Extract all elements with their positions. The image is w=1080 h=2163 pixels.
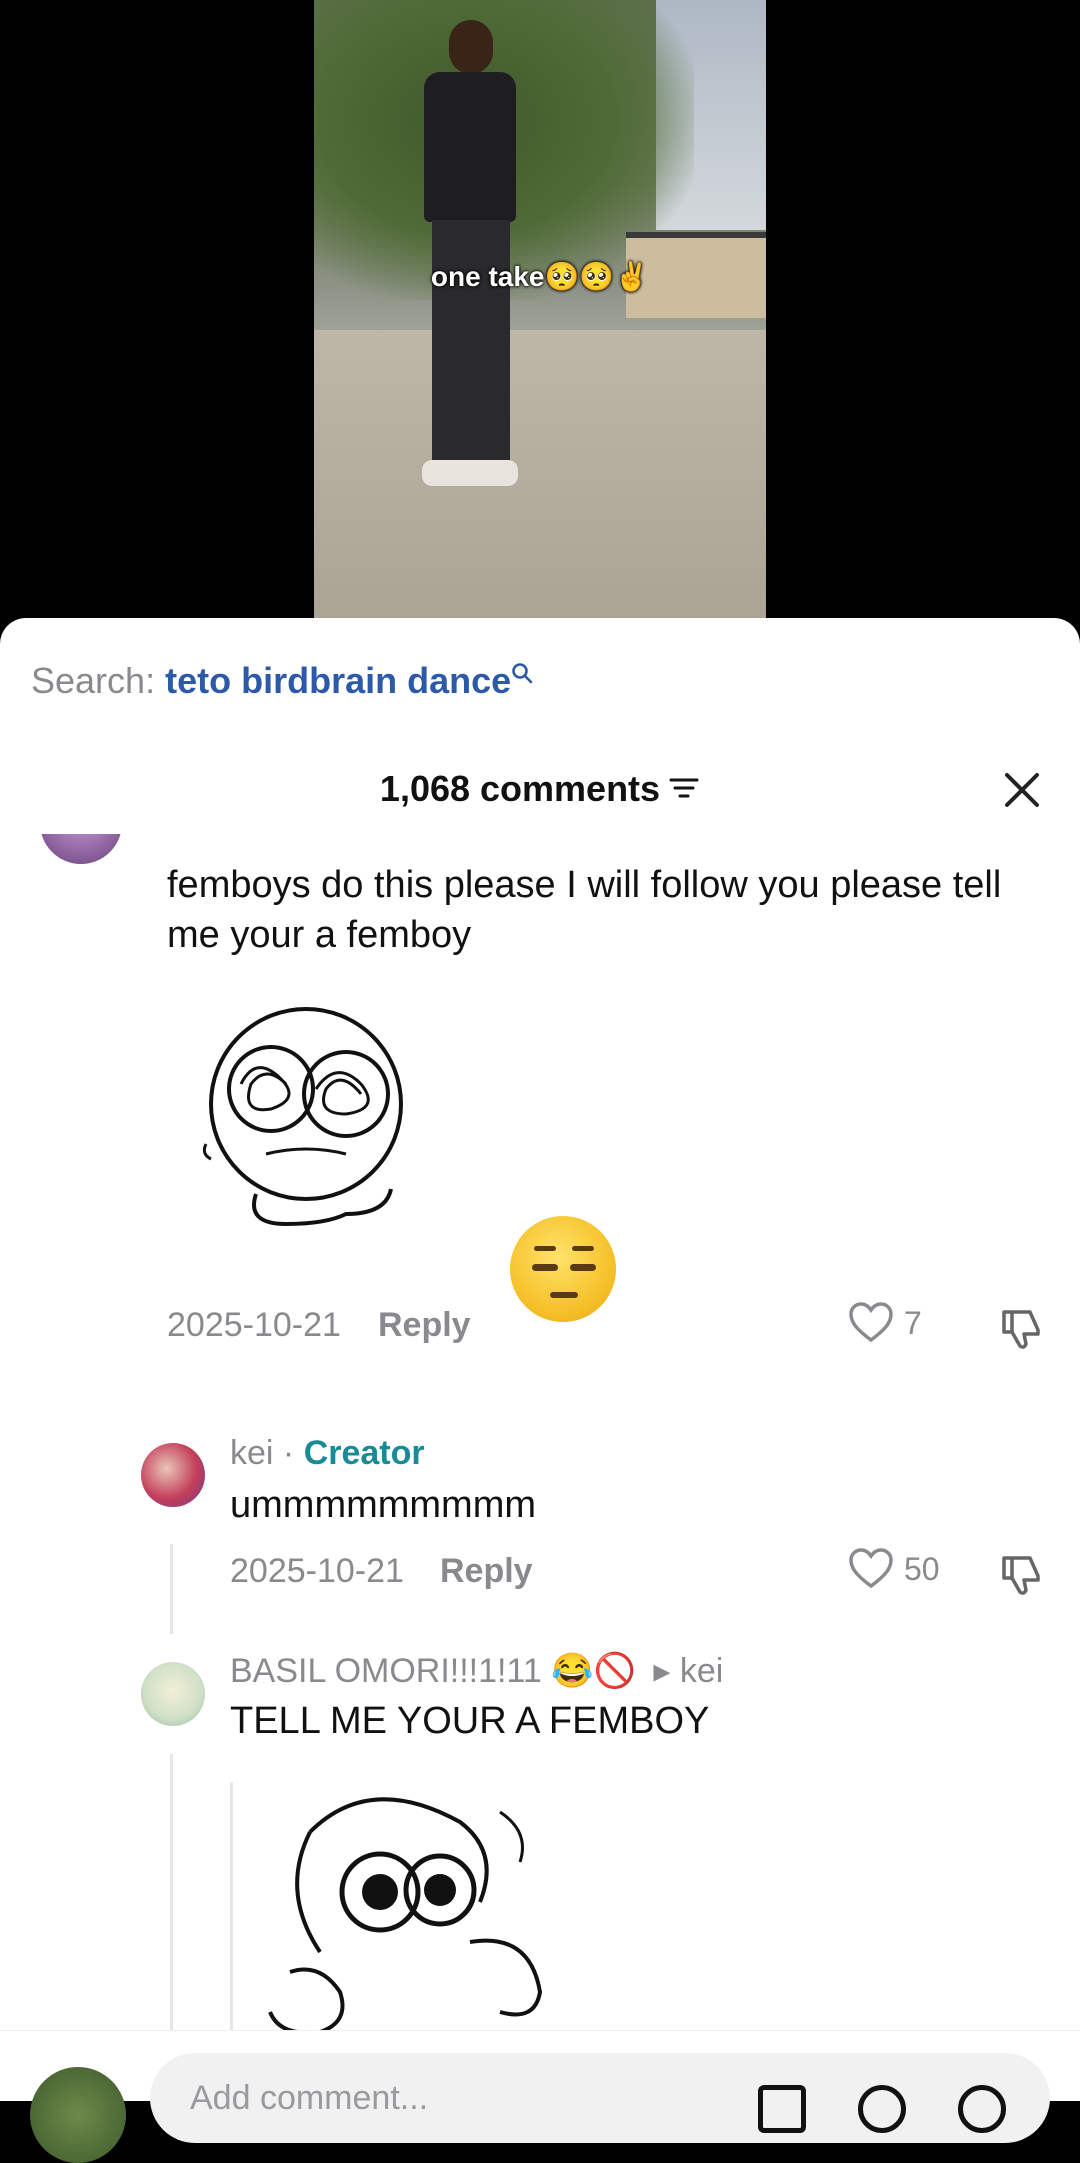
like-button[interactable]: 7 — [848, 1302, 922, 1344]
video-dancer — [414, 20, 524, 490]
like-count: 50 — [904, 1550, 940, 1587]
emoji-icon[interactable] — [858, 2085, 906, 2133]
search-term[interactable]: teto birdbrain dance — [165, 660, 511, 701]
like-count: 7 — [904, 1304, 922, 1341]
mention-icon[interactable] — [958, 2085, 1006, 2133]
comment-composer: Add comment... — [0, 2030, 1080, 2163]
reply-button[interactable]: Reply — [378, 1306, 471, 1345]
author-separator: · — [282, 1434, 295, 1472]
comment-list[interactable]: femboys do this please I will follow you… — [0, 834, 1080, 2035]
close-icon[interactable] — [1002, 770, 1042, 810]
sticker-drawing — [268, 1797, 543, 2035]
filter-icon[interactable] — [668, 775, 700, 801]
comment-author[interactable]: BASIL OMORI!!!1!11 😂🚫 ▸ kei — [230, 1651, 723, 1691]
image-icon[interactable] — [758, 2085, 806, 2133]
comments-header: 1,068 comments — [0, 758, 1080, 828]
thread-line — [170, 1754, 173, 2034]
search-label: Search: — [31, 660, 156, 701]
reply-to-arrow-icon: ▸ — [653, 1652, 671, 1690]
current-user-avatar[interactable] — [30, 2067, 126, 2163]
like-button[interactable]: 50 — [848, 1548, 940, 1590]
video-frame[interactable]: one take🥺🥺✌️ — [314, 0, 766, 640]
avatar[interactable] — [40, 834, 122, 864]
creator-badge: Creator — [303, 1434, 425, 1472]
search-icon — [512, 663, 533, 684]
thread-line — [170, 1544, 173, 1634]
comment-date: 2025-10-21 — [167, 1306, 341, 1344]
dislike-icon[interactable] — [998, 1550, 1046, 1598]
comment-input[interactable]: Add comment... — [150, 2053, 1050, 2143]
sticker-drawing — [202, 1007, 403, 1227]
comment-text: ummmmmmmmm — [230, 1484, 537, 1526]
comments-sheet: Search: teto birdbrain dance 1,068 comme… — [0, 618, 1080, 2100]
search-suggestion[interactable]: Search: teto birdbrain dance — [31, 660, 533, 702]
video-caption: one take🥺🥺✌️ — [430, 261, 650, 292]
comments-count: 1,068 comments — [379, 768, 661, 809]
author-name[interactable]: BASIL OMORI!!!1!11 😂🚫 — [230, 1652, 636, 1690]
comment-placeholder: Add comment... — [190, 2079, 429, 2117]
video-player[interactable]: one take🥺🥺✌️ — [0, 0, 1080, 640]
heart-icon — [849, 1548, 893, 1589]
avatar[interactable] — [141, 1443, 205, 1507]
emoji-relieved-icon — [510, 1216, 616, 1322]
sticker-border — [230, 1782, 233, 2032]
dislike-icon[interactable] — [998, 1304, 1046, 1352]
author-name[interactable]: kei — [230, 1434, 273, 1472]
heart-icon — [849, 1302, 893, 1343]
avatar[interactable] — [141, 1662, 205, 1726]
video-ground — [314, 330, 766, 640]
comment-date: 2025-10-21 — [230, 1552, 404, 1590]
comment-text: femboys do this please I will follow you… — [167, 864, 1002, 956]
comment-text: TELL ME YOUR A FEMBOY — [230, 1700, 710, 1742]
comments-count-row: 1,068 comments — [0, 768, 1080, 810]
comment-author[interactable]: kei · Creator — [230, 1434, 425, 1473]
reply-button[interactable]: Reply — [440, 1552, 533, 1591]
reply-to-name[interactable]: kei — [680, 1652, 723, 1690]
